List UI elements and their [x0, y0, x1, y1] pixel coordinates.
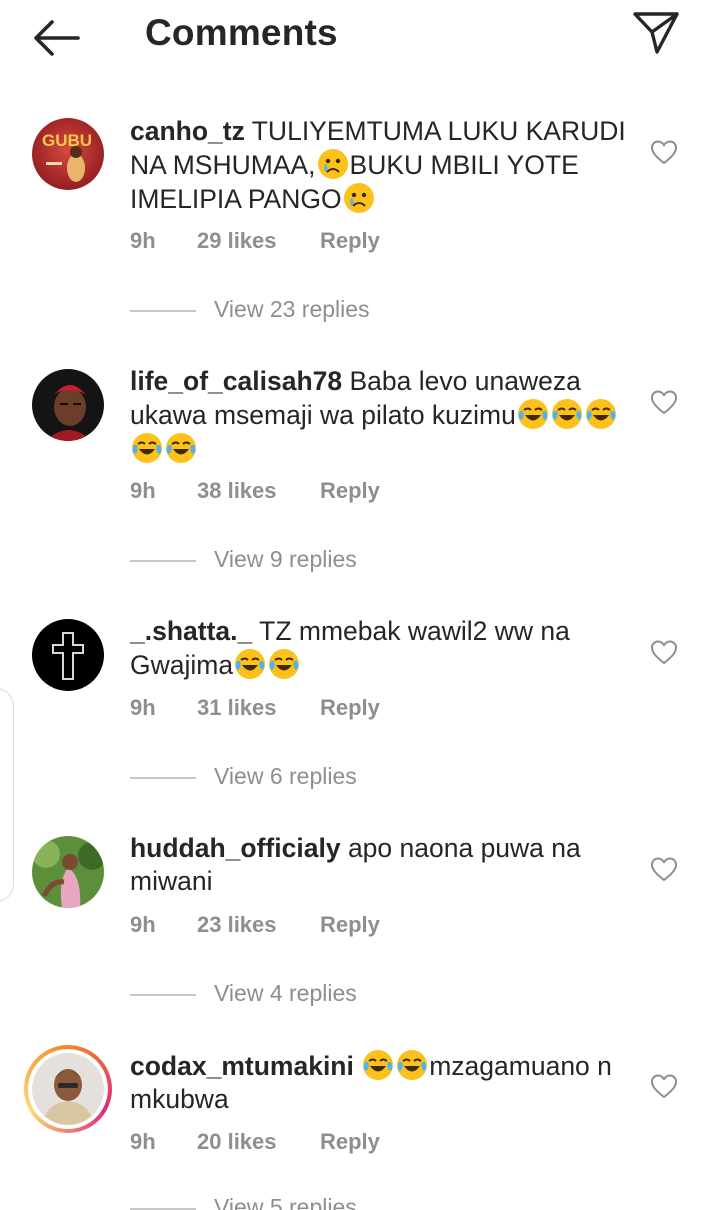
paper-plane-icon	[633, 12, 679, 54]
heart-icon	[650, 640, 678, 665]
like-button[interactable]	[650, 389, 678, 415]
joy-face-icon	[165, 432, 197, 464]
heart-icon	[650, 140, 678, 165]
replies-divider	[130, 560, 196, 562]
joy-face-icon	[131, 432, 163, 464]
heart-icon	[650, 1074, 678, 1099]
like-button[interactable]	[650, 856, 678, 882]
username-link[interactable]: canho_tz	[130, 116, 245, 146]
joy-face-icon	[585, 398, 617, 430]
timestamp: 9h	[130, 1129, 156, 1154]
joy-face-icon	[268, 648, 300, 680]
page-title: Comments	[145, 12, 338, 53]
view-replies-label[interactable]: View 9 replies	[214, 546, 357, 573]
comments-header: Comments	[0, 0, 720, 72]
avatar[interactable]	[32, 836, 104, 908]
comment-text: _.shatta._ TZ mmebak wawil2 ww na Gwajim…	[130, 615, 630, 682]
view-replies-label[interactable]: View 4 replies	[214, 980, 357, 1007]
view-replies-label[interactable]: View 6 replies	[214, 763, 357, 790]
story-ring[interactable]	[24, 1045, 112, 1133]
share-button[interactable]	[630, 10, 682, 56]
username-link[interactable]: life_of_calisah78	[130, 366, 342, 396]
reply-button[interactable]: Reply	[320, 695, 380, 721]
reply-button[interactable]: Reply	[320, 1129, 380, 1155]
avatar-logo-text: GUBU	[42, 131, 92, 150]
heart-icon	[650, 390, 678, 415]
timestamp: 9h	[130, 228, 156, 253]
view-replies-label[interactable]: View 5 replies	[214, 1194, 357, 1210]
joy-face-icon	[234, 648, 266, 680]
replies-divider	[130, 777, 196, 779]
collapsed-panel-edge[interactable]	[0, 688, 14, 902]
likes-count[interactable]: 31 likes	[197, 695, 277, 721]
avatar[interactable]: GUBU	[32, 118, 104, 190]
joy-face-icon	[517, 398, 549, 430]
comment-text: life_of_calisah78 Baba levo unaweza ukaw…	[130, 365, 630, 466]
like-button[interactable]	[650, 1073, 678, 1099]
username-link[interactable]: huddah_officialy	[130, 833, 341, 863]
joy-face-icon	[362, 1049, 394, 1081]
reply-button[interactable]: Reply	[320, 912, 380, 938]
likes-count[interactable]: 38 likes	[197, 478, 277, 504]
like-button[interactable]	[650, 639, 678, 665]
joy-face-icon	[551, 398, 583, 430]
replies-divider	[130, 310, 196, 312]
likes-count[interactable]: 29 likes	[197, 228, 277, 254]
heart-icon	[650, 857, 678, 882]
crying-face-icon	[317, 148, 349, 180]
replies-divider	[130, 994, 196, 996]
avatar[interactable]	[32, 369, 104, 441]
view-replies-label[interactable]: View 23 replies	[214, 296, 370, 323]
comment-text: canho_tz TULIYEMTUMA LUKU KARUDI NA MSHU…	[130, 115, 630, 216]
username-link[interactable]: _.shatta._	[130, 616, 252, 646]
back-button[interactable]	[30, 16, 82, 60]
likes-count[interactable]: 23 likes	[197, 912, 277, 938]
username-link[interactable]: codax_mtumakini	[130, 1051, 354, 1081]
arrow-left-icon	[34, 20, 80, 56]
comment-text: huddah_officialy apo naona puwa na miwan…	[130, 832, 630, 898]
reply-button[interactable]: Reply	[320, 228, 380, 254]
avatar[interactable]	[32, 1053, 104, 1125]
like-button[interactable]	[650, 139, 678, 165]
crying-face-icon	[343, 182, 375, 214]
reply-button[interactable]: Reply	[320, 478, 380, 504]
joy-face-icon	[396, 1049, 428, 1081]
timestamp: 9h	[130, 912, 156, 937]
comment-text: codax_mtumakini mzagamuano n mkubwa	[130, 1049, 630, 1116]
avatar[interactable]	[32, 619, 104, 691]
likes-count[interactable]: 20 likes	[197, 1129, 277, 1155]
timestamp: 9h	[130, 478, 156, 503]
timestamp: 9h	[130, 695, 156, 720]
